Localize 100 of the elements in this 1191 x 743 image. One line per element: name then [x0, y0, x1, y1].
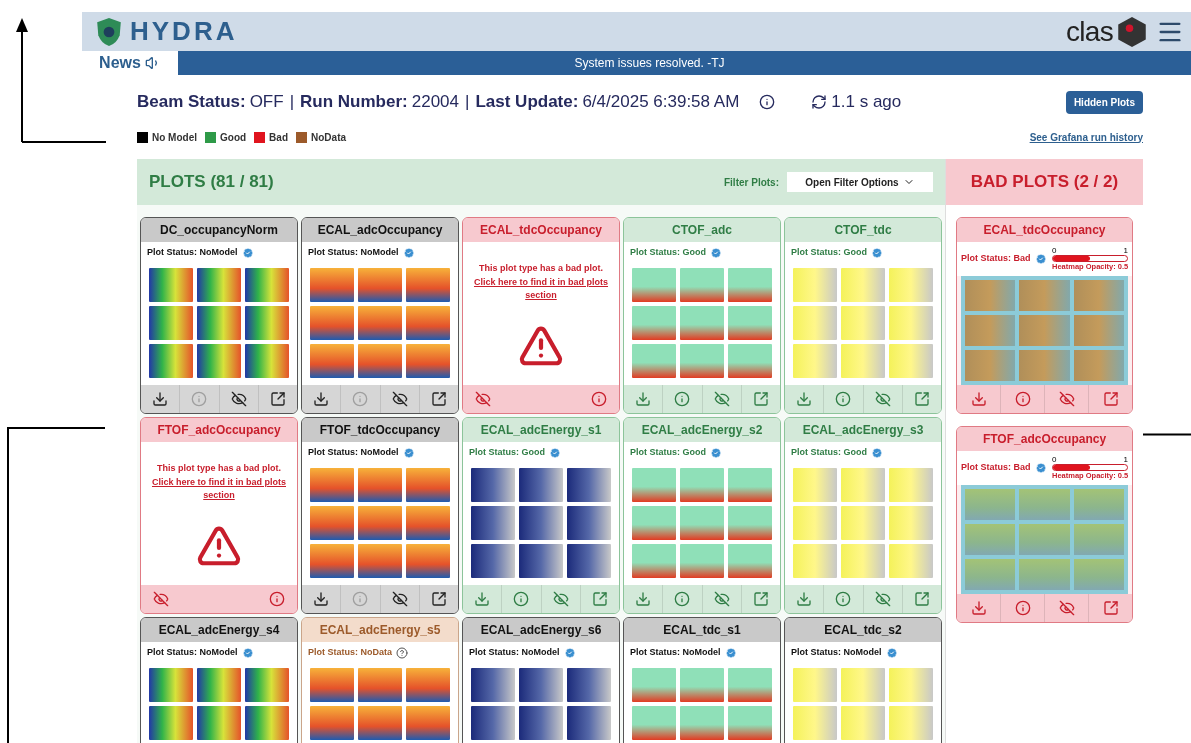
verified-icon	[1034, 253, 1047, 265]
download-icon	[474, 591, 491, 607]
plot-status: Plot Status: Good	[469, 446, 545, 460]
annotation-line	[1143, 433, 1191, 436]
card-title: FTOF_adcOccupancy	[957, 427, 1132, 451]
card-title: ECAL_adcEnergy_s2	[624, 418, 780, 442]
status-value: 6/4/2025 6:39:58 AM	[582, 91, 740, 114]
status-value: 22004	[411, 91, 459, 114]
status-value: OFF	[249, 91, 284, 114]
plot-status: Plot Status: NoModel	[308, 446, 399, 460]
eye-off-icon	[391, 591, 408, 607]
slider-min: 0	[1052, 455, 1057, 464]
opacity-slider[interactable]	[1052, 464, 1128, 471]
eye-off-icon	[1058, 391, 1075, 407]
eye-off-icon	[230, 391, 247, 407]
open-external-icon	[1102, 391, 1119, 407]
bad-plot-message: This plot type has a bad plot.	[157, 462, 281, 475]
card-title: ECAL_adcEnergy_s4	[141, 618, 297, 642]
plot-status: Plot Status: NoModel	[469, 646, 560, 660]
status-label: Beam Status:	[137, 91, 246, 114]
verified-icon	[241, 247, 254, 259]
eye-off-icon	[713, 591, 730, 607]
verified-icon	[1034, 462, 1047, 474]
verified-icon	[549, 447, 561, 459]
refresh-icon	[811, 94, 828, 110]
plot-status: Plot Status: Good	[791, 246, 867, 260]
plot-status: Plot Status: Bad	[961, 461, 1031, 475]
eye-off-icon	[1058, 600, 1075, 616]
shield-logo-icon	[96, 16, 122, 47]
download-icon	[313, 391, 330, 407]
hidden-plots-button[interactable]: Hidden Plots	[1065, 90, 1143, 114]
verified-icon	[241, 647, 254, 659]
card-title: CTOF_tdc	[785, 218, 941, 242]
info-icon	[1014, 600, 1031, 616]
info-icon	[1014, 391, 1031, 407]
card-title: FTOF_adcOccupancy	[141, 418, 297, 442]
download-icon	[796, 391, 813, 407]
plots-title: PLOTS (81 / 81)	[149, 171, 274, 194]
plot-status: Plot Status: Good	[791, 446, 867, 460]
verified-icon	[710, 447, 722, 459]
verified-icon	[885, 647, 898, 659]
separator: |	[465, 91, 470, 114]
plot-status: Plot Status: Good	[630, 446, 706, 460]
eye-off-icon	[153, 591, 169, 607]
plot-status: Plot Status: NoModel	[147, 646, 238, 660]
news-label: News	[99, 53, 141, 73]
open-external-icon	[913, 391, 930, 407]
opacity-slider[interactable]	[1052, 255, 1128, 262]
eye-off-icon	[713, 391, 730, 407]
separator: |	[289, 91, 295, 114]
open-external-icon	[913, 591, 930, 607]
news-message: System issues resolved. -TJ	[574, 55, 725, 72]
bad-plots-link[interactable]: Click here to find it in bad plots section	[149, 475, 289, 503]
open-external-icon	[269, 391, 286, 407]
eye-off-icon	[874, 391, 891, 407]
info-icon	[269, 591, 285, 607]
bad-plots-link[interactable]: Click here to find it in bad plots section	[471, 275, 611, 303]
open-external-icon	[752, 591, 769, 607]
card-title: ECAL_tdc_s2	[785, 618, 941, 642]
download-icon	[635, 591, 652, 607]
info-icon	[759, 94, 776, 110]
download-icon	[152, 391, 169, 407]
card-title: DC_occupancyNorm	[141, 218, 297, 242]
slider-min: 0	[1052, 246, 1057, 255]
download-icon	[635, 391, 652, 407]
plot-status: Plot Status: NoModel	[147, 246, 238, 260]
plot-status: Plot Status: NoModel	[308, 246, 399, 260]
plot-status: Plot Status: NoModel	[630, 646, 721, 660]
download-icon	[313, 591, 330, 607]
logo-text: HYDRA	[130, 15, 238, 48]
open-external-icon	[430, 591, 447, 607]
verified-icon	[402, 447, 415, 459]
plot-status: Plot Status: Bad	[961, 252, 1031, 266]
card-title: ECAL_tdcOccupancy	[463, 218, 619, 242]
download-icon	[970, 391, 987, 407]
open-external-icon	[752, 391, 769, 407]
legend-label: No Model	[152, 130, 197, 145]
verified-icon	[563, 647, 576, 659]
card-title: ECAL_adcEnergy_s6	[463, 618, 619, 642]
plot-status: Plot Status: NoData	[308, 646, 392, 660]
filter-dropdown[interactable]: Open Filter Options	[787, 172, 933, 192]
slider-max: 1	[1123, 246, 1128, 255]
verified-icon	[724, 647, 737, 659]
status-label: Last Update:	[475, 91, 579, 114]
download-icon	[796, 591, 813, 607]
open-external-icon	[1102, 600, 1119, 616]
plot-status: Plot Status: Good	[630, 246, 706, 260]
card-title: FTOF_tdcOccupancy	[302, 418, 458, 442]
news-tab[interactable]: News	[82, 51, 178, 75]
open-external-icon	[591, 591, 608, 607]
verified-icon	[871, 247, 883, 259]
verified-icon	[710, 247, 722, 259]
brand-logo-text: clas	[1066, 17, 1113, 46]
grafana-link[interactable]: See Grafana run history	[1029, 129, 1143, 145]
eye-off-icon	[552, 591, 569, 607]
card-title: ECAL_adcEnergy_s1	[463, 418, 619, 442]
bad-plots-title: BAD PLOTS (2 / 2)	[970, 171, 1119, 194]
legend-label: NoData	[311, 130, 347, 145]
download-icon	[970, 600, 987, 616]
refresh-time: 1.1 s ago	[831, 91, 902, 114]
